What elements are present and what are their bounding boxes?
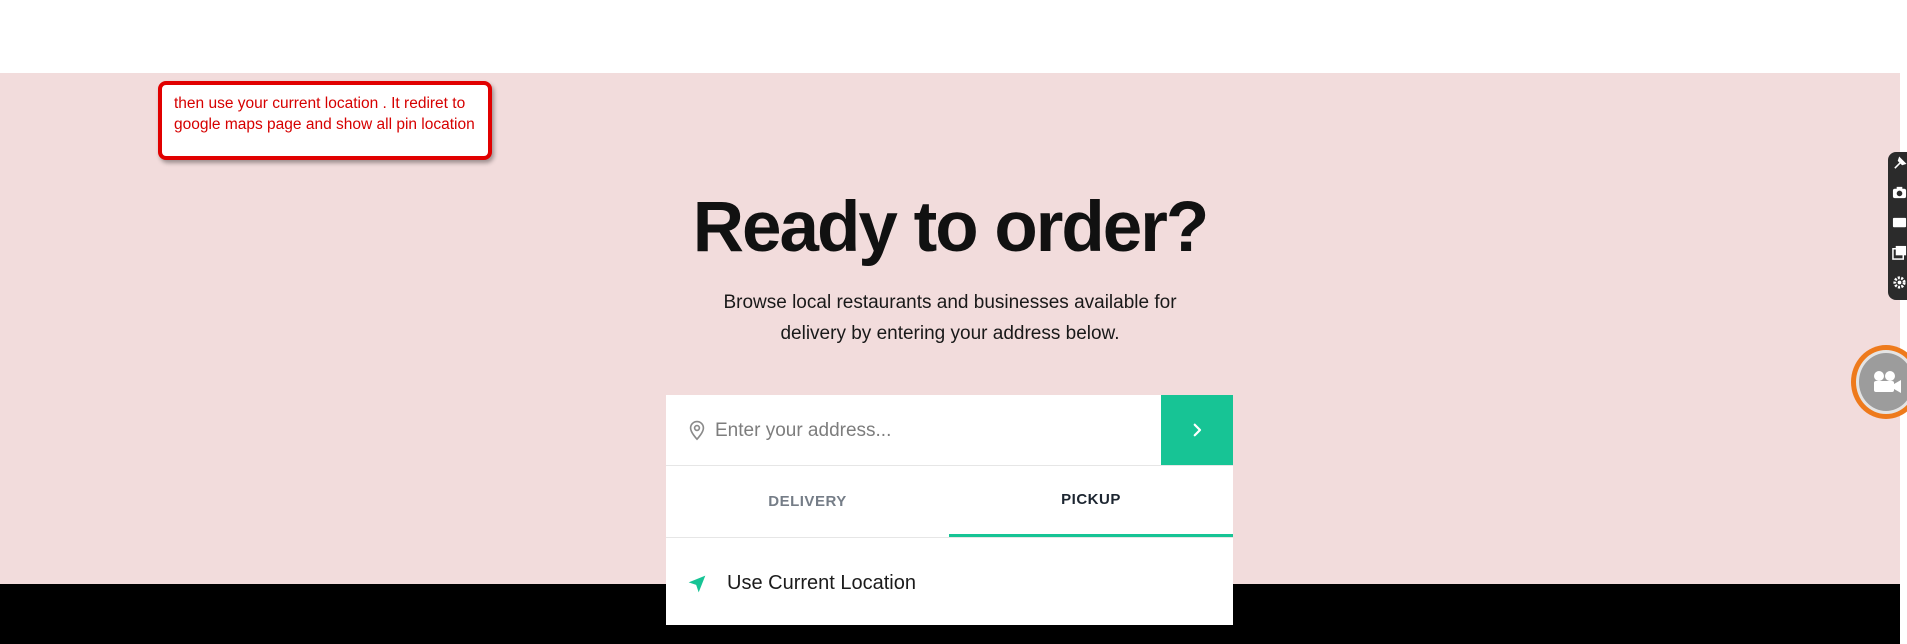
tab-pickup[interactable]: PICKUP [949,465,1233,537]
side-toolbar [1888,152,1907,300]
page-title: Ready to order? [692,188,1209,267]
address-input[interactable] [713,411,1117,451]
gallery-icon[interactable] [1892,245,1907,260]
video-camera-icon [1874,371,1901,393]
pin-icon[interactable] [1892,156,1907,171]
hero-subtext: Browse local restaurants and businesses … [723,292,1177,344]
rectangle-icon[interactable] [1892,215,1907,230]
navigation-arrow-icon [688,575,706,593]
recorder-inner [1856,350,1907,414]
order-mode-tabs: DELIVERY PICKUP [666,465,1233,538]
annotation-note: then use your current location . It redi… [158,81,492,160]
address-search-card: DELIVERY PICKUP Use Current Location [666,395,1233,625]
submit-address-button[interactable] [1161,395,1233,465]
use-current-location-label: Use Current Location [727,572,916,594]
use-current-location-button[interactable]: Use Current Location [666,538,1233,625]
gear-icon[interactable] [1892,275,1907,290]
annotation-text: then use your current location . It redi… [174,95,475,133]
camera-icon[interactable] [1892,185,1907,200]
chevron-right-icon [1193,423,1202,437]
page-header-area [0,0,1900,73]
page-edge [1900,0,1907,644]
map-pin-icon [689,420,705,441]
tab-delivery[interactable]: DELIVERY [666,465,949,537]
address-row [666,395,1233,466]
